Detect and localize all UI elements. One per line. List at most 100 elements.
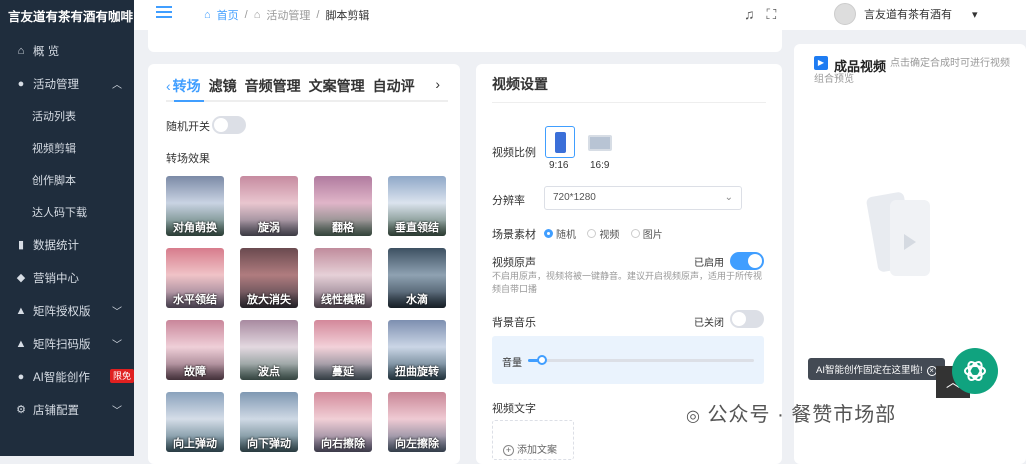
effect-tile[interactable]: 放大消失	[240, 248, 298, 308]
wechat-watermark: ◎ 公众号 · 餐赞市场部	[686, 398, 896, 427]
tab-auto-comment[interactable]: 自动评	[373, 78, 415, 94]
tab-copywriting[interactable]: 文案管理	[309, 78, 365, 94]
sidebar-item-matrix-auth[interactable]: ▲ 矩阵授权版 ﹀	[0, 294, 134, 327]
radio-label: 图片	[642, 230, 663, 241]
sidebar-item-marketing[interactable]: ◆ 营销中心	[0, 261, 134, 294]
breadcrumb-home[interactable]: 首页	[217, 7, 239, 23]
effect-tile[interactable]: 旋涡	[240, 176, 298, 236]
sidebar-item-stats[interactable]: ▮ 数据统计	[0, 228, 134, 261]
landscape-ratio-icon	[588, 135, 612, 151]
effect-tile-label: 向上弹动	[166, 436, 224, 452]
radio-dot	[587, 229, 597, 238]
sidebar-item-overview[interactable]: ⌂ 概 览	[0, 34, 134, 67]
portrait-ratio-icon	[555, 132, 566, 153]
effect-tile-label: 垂直领结	[388, 220, 446, 236]
effect-tile[interactable]: 蔓延	[314, 320, 372, 380]
sidebar-item-label: 营销中心	[33, 272, 79, 285]
tab-audio[interactable]: 音频管理	[245, 78, 301, 94]
video-text-label: 视频文字	[492, 403, 536, 415]
ratio-label: 视频比例	[492, 147, 536, 159]
bgm-label: 背景音乐	[492, 317, 536, 329]
home-icon: ⌂	[204, 9, 211, 21]
effects-title: 转场效果	[166, 153, 210, 165]
effect-tile[interactable]: 垂直领结	[388, 176, 446, 236]
resolution-select[interactable]: 720*1280 ⌄	[544, 186, 742, 210]
ai-assistant-button[interactable]	[952, 348, 998, 394]
sidebar-subitem-video-edit[interactable]: 视频剪辑	[0, 132, 134, 164]
settings-icon: ⚙	[16, 404, 26, 416]
effect-tile-label: 线性模糊	[314, 292, 372, 308]
material-radio-image[interactable]: 图片	[630, 226, 663, 241]
sidebar-item-ai-create[interactable]: ● AI智能创作 限免	[0, 360, 134, 393]
sidebar-subitem-activity-list[interactable]: 活动列表	[0, 100, 134, 132]
layers-icon: ◆	[16, 272, 26, 284]
volume-slider[interactable]	[528, 355, 754, 365]
effect-tile[interactable]: 扭曲旋转	[388, 320, 446, 380]
effect-tile-label: 水滴	[388, 292, 446, 308]
material-radio-video[interactable]: 视频	[587, 226, 619, 241]
material-label: 场景素材	[492, 229, 536, 241]
avatar	[834, 3, 856, 25]
person-icon: ▲	[15, 304, 27, 317]
watermark-text: 公众号 · 餐赞市场部	[707, 404, 897, 426]
effect-tile[interactable]: 向右擦除	[314, 392, 372, 452]
bell-icon[interactable]: ♫	[744, 6, 755, 23]
sidebar-item-activity[interactable]: ● 活动管理 ︿	[0, 67, 134, 100]
random-switch[interactable]	[212, 116, 246, 134]
chevron-down-icon: ﹀	[112, 406, 122, 417]
effect-tile[interactable]: 翻格	[314, 176, 372, 236]
ai-tooltip: AI智能创作固定在这里啦! ×	[808, 358, 945, 380]
sidebar-item-label: AI智能创作	[33, 371, 90, 384]
original-sound-switch[interactable]	[730, 252, 764, 270]
volume-slider-handle[interactable]	[536, 355, 547, 365]
bgm-switch[interactable]	[730, 310, 764, 328]
tab-scroll-right-icon[interactable]: ›	[433, 76, 440, 92]
wechat-icon: ◎	[686, 408, 701, 425]
effect-tile[interactable]: 波点	[240, 320, 298, 380]
ai-tooltip-text: AI智能创作固定在这里啦!	[816, 365, 923, 376]
ai-icon: ●	[17, 370, 25, 383]
effect-tile-label: 向下弹动	[240, 436, 298, 452]
resolution-label: 分辨率	[492, 195, 525, 207]
fullscreen-icon[interactable]: ⛶	[767, 6, 777, 23]
user-menu[interactable]: 言友道有茶有酒有 ▾	[834, 3, 978, 25]
effect-tile[interactable]: 水平领结	[166, 248, 224, 308]
radio-label: 随机	[556, 230, 576, 241]
effect-tile[interactable]: 水滴	[388, 248, 446, 308]
effects-tabs: ‹ 转场 滤镜 音频管理 文案管理 自动评 ›	[166, 76, 448, 102]
add-text-button[interactable]: + 添加文案	[492, 420, 574, 460]
sidebar-subitem-code-download[interactable]: 达人码下载	[0, 196, 134, 228]
effect-tile-label: 扭曲旋转	[388, 364, 446, 380]
effect-tile-label: 波点	[240, 364, 298, 380]
person-icon: ▲	[15, 337, 27, 350]
tab-scroll-left-icon[interactable]: ‹	[166, 78, 171, 94]
material-radio-random[interactable]: 随机	[544, 226, 576, 241]
effect-tile-label: 放大消失	[240, 292, 298, 308]
breadcrumb-activity[interactable]: 活动管理	[266, 7, 310, 23]
bgm-state: 已关闭	[694, 318, 724, 329]
material-radio-group: 随机 视频 图片	[544, 226, 671, 241]
sidebar-subitem-script[interactable]: 创作脚本	[0, 164, 134, 196]
sidebar-item-store-config[interactable]: ⚙ 店铺配置 ﹀	[0, 393, 134, 426]
top-icons: ♫ ⛶	[744, 6, 776, 23]
effect-tile[interactable]: 向下弹动	[240, 392, 298, 452]
ratio-label-portrait: 9:16	[549, 160, 569, 171]
home-icon: ⌂	[17, 44, 25, 57]
effect-tile[interactable]: 线性模糊	[314, 248, 372, 308]
effect-tile[interactable]: 对角萌换	[166, 176, 224, 236]
ratio-option-portrait[interactable]	[545, 126, 575, 158]
tab-transition[interactable]: 转场	[173, 78, 201, 94]
hamburger-menu-icon[interactable]	[156, 6, 172, 20]
effect-tile[interactable]: 故障	[166, 320, 224, 380]
video-settings-title: 视频设置	[492, 76, 548, 92]
ratio-option-landscape[interactable]	[584, 126, 614, 158]
breadcrumb-separator: /	[316, 9, 320, 21]
sidebar-item-label: 矩阵扫码版	[33, 338, 91, 351]
effect-tile[interactable]: 向上弹动	[166, 392, 224, 452]
tab-filter[interactable]: 滤镜	[209, 78, 237, 94]
effect-tile-label: 水平领结	[166, 292, 224, 308]
breadcrumb: ⌂ 首页 / ⌂ 活动管理 / 脚本剪辑	[204, 7, 369, 23]
effect-tile[interactable]: 向左擦除	[388, 392, 446, 452]
sidebar-item-matrix-scan[interactable]: ▲ 矩阵扫码版 ﹀	[0, 327, 134, 360]
radio-label: 视频	[599, 230, 620, 241]
